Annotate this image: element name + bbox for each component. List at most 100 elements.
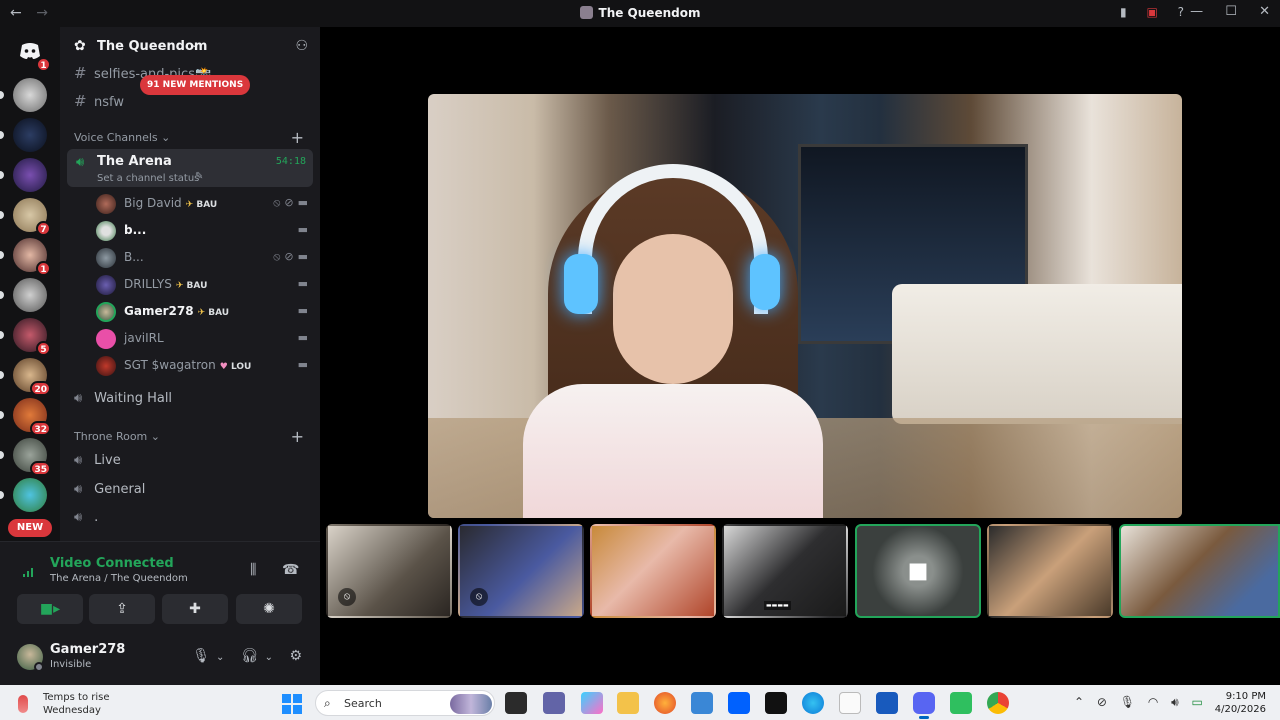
add-channel-icon[interactable]: + xyxy=(291,427,304,446)
server-icon[interactable]: 7 xyxy=(13,198,51,236)
teams-icon[interactable] xyxy=(543,692,565,714)
edge-icon[interactable] xyxy=(802,692,824,714)
camera-button[interactable]: ■▸ xyxy=(17,594,83,624)
chevron-down-icon[interactable]: ⌄ xyxy=(265,652,273,663)
video-tile[interactable] xyxy=(987,524,1113,618)
noise-suppression-icon[interactable]: ⫼ xyxy=(250,562,256,578)
username[interactable]: Gamer278 xyxy=(50,642,125,657)
voice-member[interactable]: SGT $wagatron ♥ LOU ▬ xyxy=(96,354,316,376)
category-voice-channels[interactable]: Voice Channels ⌄ xyxy=(74,131,170,144)
voice-channel-the-arena[interactable]: 🔊︎ The Arena Set a channel status ✎ 54:1… xyxy=(67,149,313,187)
video-icon: ▬ xyxy=(297,304,308,317)
discord-home-icon[interactable]: 1 xyxy=(13,34,51,72)
voice-member[interactable]: B... ⦸ ⊘ ▬ xyxy=(96,246,316,268)
user-status: Invisible xyxy=(50,659,92,670)
minimize-icon[interactable]: — xyxy=(1190,4,1203,19)
category-throne-room[interactable]: Throne Room ⌄ xyxy=(74,430,160,443)
inbox-icon[interactable]: ▣ xyxy=(1146,5,1157,19)
voice-member[interactable]: javiIRL ▬ xyxy=(96,327,316,349)
new-mentions-pill[interactable]: 91 NEW MENTIONS xyxy=(140,75,251,95)
server-icon[interactable]: 35 xyxy=(13,438,51,476)
volume-icon[interactable]: 🔊︎ xyxy=(1171,695,1179,709)
chrome-icon[interactable] xyxy=(987,692,1009,714)
voice-member[interactable]: Big David ✈︎ BAU ⦸ ⊘ ▬ xyxy=(96,192,316,214)
copilot-icon[interactable] xyxy=(581,692,603,714)
server-icon[interactable]: 20 xyxy=(13,358,51,396)
voice-channel-waiting-hall[interactable]: 🔊︎ Waiting Hall xyxy=(74,391,172,406)
server-icon[interactable]: 1 xyxy=(13,238,51,276)
vpn-off-icon[interactable]: ⊘ xyxy=(1097,695,1107,709)
server-header[interactable]: ✿ The Queendom ⌄ ⚇ xyxy=(60,27,320,67)
video-tile[interactable] xyxy=(1119,524,1280,618)
voice-location[interactable]: The Arena / The Queendom xyxy=(50,573,188,584)
voice-channel-live[interactable]: 🔊︎ Live xyxy=(74,453,121,468)
voice-channel-dot[interactable]: 🔊︎ . xyxy=(74,510,98,525)
disconnect-icon[interactable]: ☎ xyxy=(282,562,299,578)
firefox-icon[interactable] xyxy=(654,692,676,714)
server-icon[interactable] xyxy=(13,278,47,312)
weather-widget[interactable]: Temps to rise Wednesday xyxy=(43,691,110,717)
maximize-icon[interactable]: ☐ xyxy=(1225,4,1237,19)
mail-icon[interactable] xyxy=(691,692,713,714)
notion-icon[interactable] xyxy=(765,692,787,714)
dropbox-icon[interactable] xyxy=(728,692,750,714)
soundboard-icon: ✺ xyxy=(263,601,275,617)
video-tile[interactable]: ▬▬▬▬ xyxy=(722,524,848,618)
document-icon[interactable] xyxy=(839,692,861,714)
task-view-icon[interactable] xyxy=(505,692,527,714)
voice-channel-general[interactable]: 🔊︎ General xyxy=(74,482,145,497)
file-explorer-icon[interactable] xyxy=(617,692,639,714)
voice-member[interactable]: b... ▬ xyxy=(96,219,316,241)
muted-icon: ⦸ xyxy=(338,588,356,606)
channel-status[interactable]: Set a channel status xyxy=(97,173,199,184)
video-tile[interactable]: ⦸ xyxy=(458,524,584,618)
gear-icon[interactable]: ⚙ xyxy=(289,648,302,664)
headphones-icon[interactable]: 🎧︎ xyxy=(241,648,259,664)
member-status-icons: ▬ xyxy=(294,358,308,371)
video-tile-self[interactable]: ■ xyxy=(855,524,981,618)
add-channel-icon[interactable]: + xyxy=(291,128,304,147)
activities-button[interactable]: ✚ xyxy=(162,594,228,624)
windows-start-icon[interactable] xyxy=(282,694,302,714)
bookmark-icon[interactable]: ▮ xyxy=(1120,5,1127,19)
activities-icon: ✚ xyxy=(189,601,201,617)
pencil-icon[interactable]: ✎ xyxy=(195,171,203,182)
discord-icon[interactable] xyxy=(913,692,935,719)
voice-status[interactable]: Video Connected xyxy=(50,556,174,571)
battery-icon[interactable]: ▭ xyxy=(1192,695,1203,709)
taskbar-clock[interactable]: 9:10 PM 4/20/2026 xyxy=(1215,690,1266,716)
screen-share-button[interactable]: ⇪ xyxy=(89,594,155,624)
chevron-up-icon[interactable]: ⌃ xyxy=(1074,695,1084,709)
focused-video-stream[interactable] xyxy=(428,94,1182,518)
unread-badge: 35 xyxy=(30,461,51,476)
signal-icon[interactable] xyxy=(20,562,38,580)
wifi-icon[interactable]: ◠ xyxy=(1148,695,1158,709)
add-member-icon[interactable]: ⚇ xyxy=(295,38,308,54)
taskbar-search[interactable]: ⌕ Search xyxy=(315,690,495,716)
channel-nsfw[interactable]: # nsfw xyxy=(74,92,124,110)
server-icon[interactable]: 32 xyxy=(13,398,51,436)
video-tile[interactable] xyxy=(590,524,716,618)
close-icon[interactable]: ✕ xyxy=(1259,4,1270,19)
voice-member[interactable]: DRILLYS ✈︎ BAU ▬ xyxy=(96,273,316,295)
window-controls: — ☐ ✕ xyxy=(1172,4,1270,19)
android-app-icon[interactable] xyxy=(950,692,972,714)
chevron-down-icon: ⌄ xyxy=(161,131,171,144)
server-icon[interactable] xyxy=(13,78,47,112)
soundboard-button[interactable]: ✺ xyxy=(236,594,302,624)
video-tile[interactable]: ⦸ xyxy=(326,524,452,618)
search-icon: ⌕ xyxy=(324,696,331,710)
new-badge[interactable]: NEW xyxy=(8,519,52,537)
server-icon[interactable] xyxy=(13,118,47,152)
word-icon[interactable] xyxy=(876,692,898,714)
speaker-icon: 🔊︎ xyxy=(74,482,83,497)
microphone-icon[interactable]: 🎙︎ xyxy=(192,648,210,664)
unread-pill xyxy=(0,131,4,139)
microphone-icon[interactable]: 🎙︎ xyxy=(1120,695,1135,709)
speaker-icon: 🔊︎ xyxy=(74,391,83,406)
server-icon[interactable] xyxy=(13,478,47,512)
chevron-down-icon[interactable]: ⌄ xyxy=(216,652,224,663)
server-icon[interactable]: 5 xyxy=(13,318,51,356)
server-icon[interactable] xyxy=(13,158,47,192)
voice-member[interactable]: Gamer278 ✈︎ BAU ▬ xyxy=(96,300,316,322)
